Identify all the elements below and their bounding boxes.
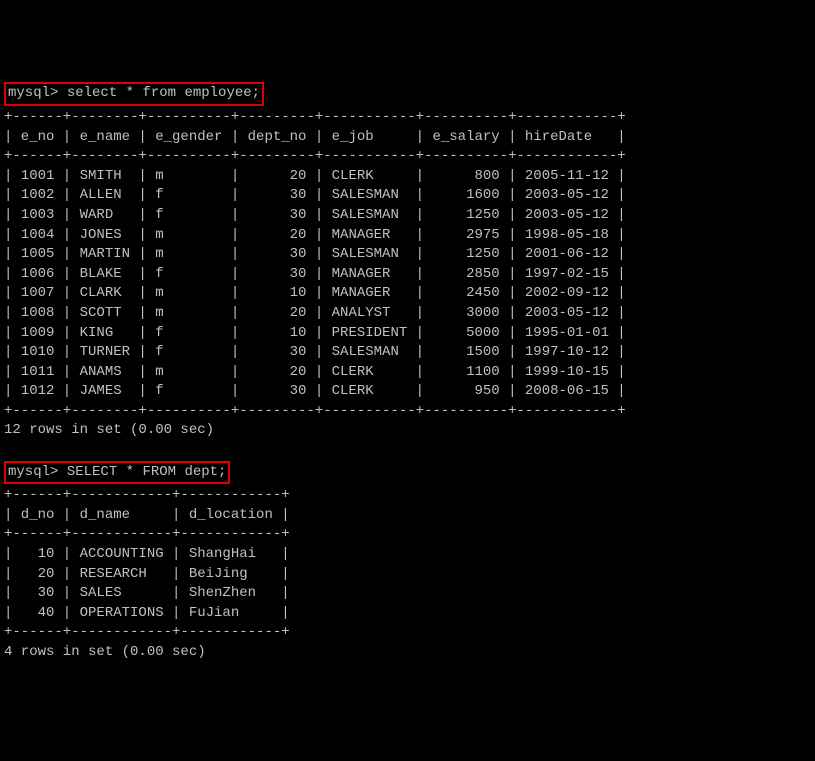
table-row: | 1011 | ANAMS | m | 20 | CLERK | 1100 |… — [4, 363, 811, 383]
table-row: | 1006 | BLAKE | f | 30 | MANAGER | 2850… — [4, 265, 811, 285]
highlight-annotation: mysql> select * from employee; — [4, 82, 264, 106]
table-separator: +------+--------+----------+---------+--… — [4, 402, 811, 422]
table-separator: +------+------------+------------+ — [4, 623, 811, 643]
table-row: | 1010 | TURNER | f | 30 | SALESMAN | 15… — [4, 343, 811, 363]
table-separator: +------+------------+------------+ — [4, 525, 811, 545]
prompt-line[interactable]: mysql> SELECT * FROM dept; — [4, 461, 811, 485]
table-row: | 1008 | SCOTT | m | 20 | ANALYST | 3000… — [4, 304, 811, 324]
mysql-prompt: mysql> — [8, 464, 58, 480]
table-row: | 1004 | JONES | m | 20 | MANAGER | 2975… — [4, 226, 811, 246]
table-row: | 30 | SALES | ShenZhen | — [4, 584, 811, 604]
prompt-line[interactable]: mysql> select * from employee; — [4, 82, 811, 106]
table-row: | 40 | OPERATIONS | FuJian | — [4, 604, 811, 624]
table-separator: +------+------------+------------+ — [4, 486, 811, 506]
table-row: | 20 | RESEARCH | BeiJing | — [4, 565, 811, 585]
table-row: | 1005 | MARTIN | m | 30 | SALESMAN | 12… — [4, 245, 811, 265]
blank-line — [4, 441, 811, 461]
table-header: | e_no | e_name | e_gender | dept_no | e… — [4, 128, 811, 148]
sql-query: select * from employee; — [67, 85, 260, 101]
result-footer: 4 rows in set (0.00 sec) — [4, 643, 811, 663]
table-row: | 1007 | CLARK | m | 10 | MANAGER | 2450… — [4, 284, 811, 304]
table-separator: +------+--------+----------+---------+--… — [4, 147, 811, 167]
table-row: | 1012 | JAMES | f | 30 | CLERK | 950 | … — [4, 382, 811, 402]
table-row: | 1001 | SMITH | m | 20 | CLERK | 800 | … — [4, 167, 811, 187]
table-row: | 1002 | ALLEN | f | 30 | SALESMAN | 160… — [4, 186, 811, 206]
highlight-annotation: mysql> SELECT * FROM dept; — [4, 461, 230, 485]
table-separator: +------+--------+----------+---------+--… — [4, 108, 811, 128]
mysql-prompt: mysql> — [8, 85, 58, 101]
table-row: | 10 | ACCOUNTING | ShangHai | — [4, 545, 811, 565]
table-row: | 1003 | WARD | f | 30 | SALESMAN | 1250… — [4, 206, 811, 226]
mysql-terminal[interactable]: mysql> select * from employee;+------+--… — [4, 82, 811, 662]
table-row: | 1009 | KING | f | 10 | PRESIDENT | 500… — [4, 324, 811, 344]
sql-query: SELECT * FROM dept; — [67, 464, 227, 480]
result-footer: 12 rows in set (0.00 sec) — [4, 421, 811, 441]
table-header: | d_no | d_name | d_location | — [4, 506, 811, 526]
